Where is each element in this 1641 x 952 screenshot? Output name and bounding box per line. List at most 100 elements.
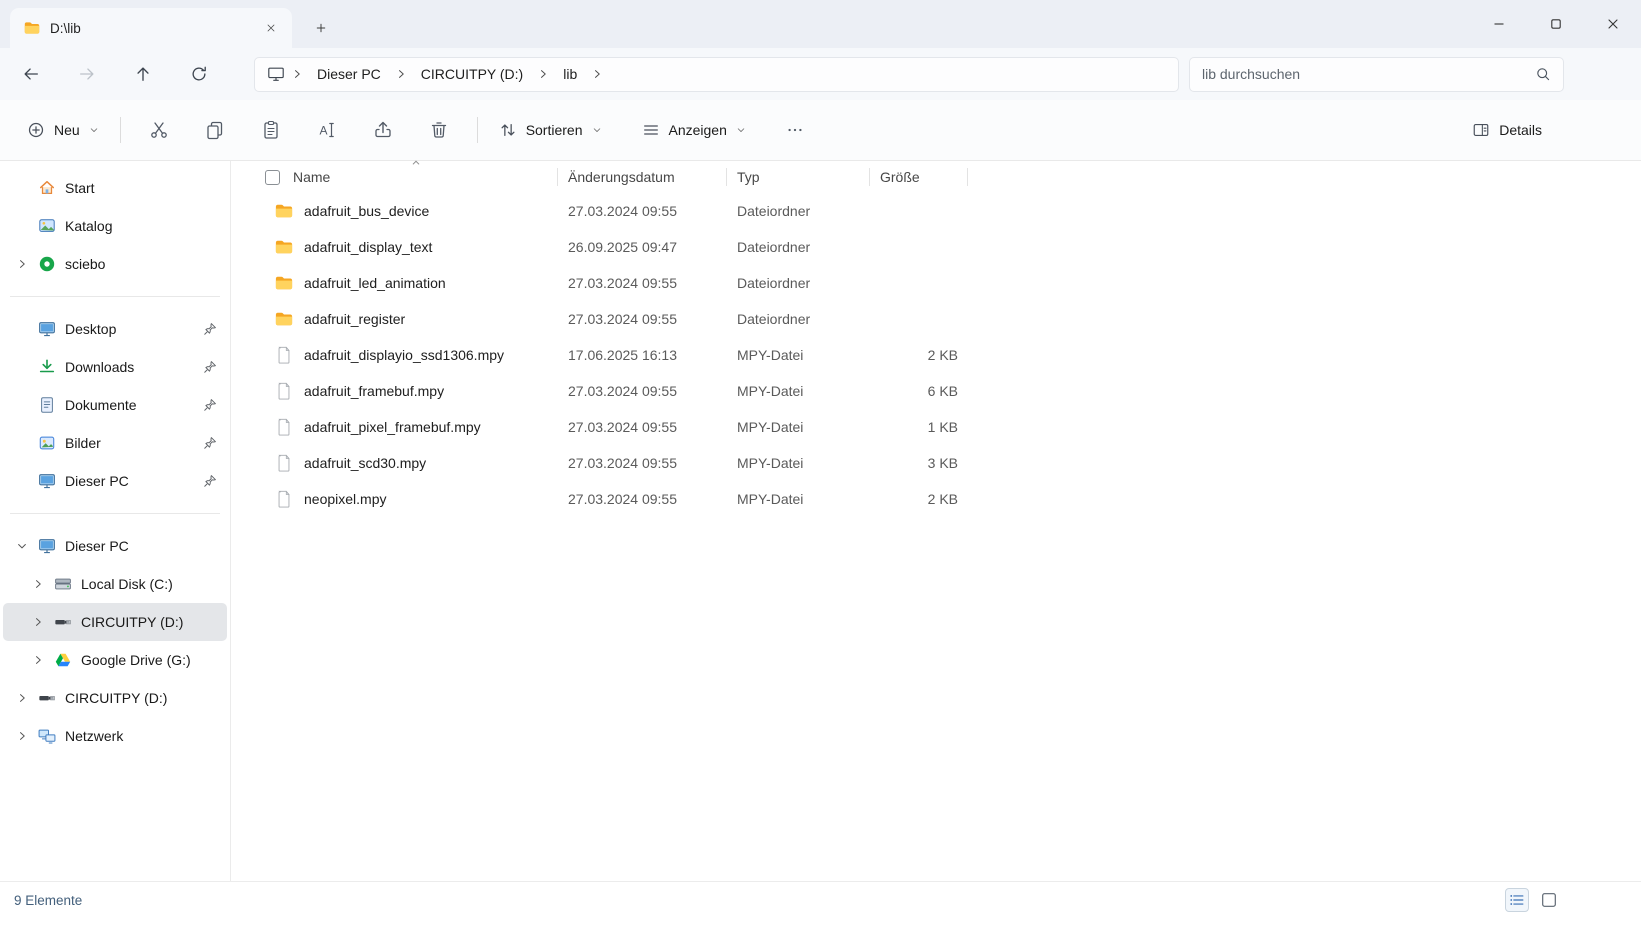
file-type: MPY-Datei	[727, 347, 870, 363]
sort-icon	[499, 121, 517, 139]
sidebar-item-downloads[interactable]: Downloads	[3, 348, 227, 386]
breadcrumb-dieser-pc[interactable]: Dieser PC	[309, 63, 389, 85]
explorer-tab[interactable]: D:\lib	[10, 8, 292, 48]
file-row[interactable]: adafruit_framebuf.mpy 27.03.2024 09:55 M…	[255, 373, 1641, 409]
column-header-date[interactable]: Änderungsdatum	[558, 161, 727, 193]
list-view-icon	[1508, 891, 1526, 909]
large-icons-view-button[interactable]	[1537, 888, 1561, 912]
refresh-button[interactable]	[182, 57, 216, 91]
search-input[interactable]	[1202, 66, 1527, 82]
pin-icon	[203, 322, 217, 336]
cut-button[interactable]	[139, 112, 179, 148]
sidebar-item-netzwerk[interactable]: Netzwerk	[3, 717, 227, 755]
file-date: 27.03.2024 09:55	[558, 203, 727, 219]
details-pane-icon	[1472, 121, 1490, 139]
file-row[interactable]: adafruit_display_text 26.09.2025 09:47 D…	[255, 229, 1641, 265]
chevron-spacer	[15, 322, 29, 336]
sidebar-item-label: Dieser PC	[65, 473, 129, 489]
details-button[interactable]: Details	[1461, 112, 1553, 148]
file-row[interactable]: neopixel.mpy 27.03.2024 09:55 MPY-Datei …	[255, 481, 1641, 517]
minimize-icon	[1491, 16, 1507, 32]
rename-button[interactable]	[307, 112, 347, 148]
file-row[interactable]: adafruit_displayio_ssd1306.mpy 17.06.202…	[255, 337, 1641, 373]
column-header-size[interactable]: Größe	[870, 161, 968, 193]
column-header-name[interactable]: Name	[283, 161, 558, 193]
sidebar-item-circuitpy-d-2[interactable]: CIRCUITPY (D:)	[3, 679, 227, 717]
sidebar-item-local-disk-c[interactable]: Local Disk (C:)	[3, 565, 227, 603]
forward-button[interactable]	[70, 57, 104, 91]
pin-icon	[203, 398, 217, 412]
sidebar-item-label: Google Drive (G:)	[81, 652, 191, 668]
cut-icon	[149, 120, 169, 140]
view-button-label: Anzeigen	[669, 122, 727, 138]
view-toggles	[1505, 888, 1561, 912]
tab-close-button[interactable]	[258, 15, 284, 41]
chevron-right-icon	[32, 578, 44, 590]
paste-icon	[261, 120, 281, 140]
details-button-label: Details	[1499, 122, 1542, 138]
chevron-right-icon	[32, 654, 44, 666]
up-arrow-icon	[134, 65, 152, 83]
pin-icon	[203, 474, 217, 488]
back-button[interactable]	[14, 57, 48, 91]
close-button[interactable]	[1584, 0, 1641, 48]
maximize-icon	[1548, 16, 1564, 32]
paste-button[interactable]	[251, 112, 291, 148]
sidebar-item-dokumente[interactable]: Dokumente	[3, 386, 227, 424]
file-name: adafruit_scd30.mpy	[304, 455, 426, 471]
sidebar-item-circuitpy-d[interactable]: CIRCUITPY (D:)	[3, 603, 227, 641]
search-icon[interactable]	[1535, 66, 1551, 82]
sidebar-item-label: Katalog	[65, 218, 112, 234]
sidebar-item-google-drive-g[interactable]: Google Drive (G:)	[3, 641, 227, 679]
file-size: 3 KB	[870, 455, 968, 471]
sidebar-item-dieser-pc[interactable]: Dieser PC	[3, 527, 227, 565]
file-icon	[275, 382, 293, 400]
sort-button[interactable]: Sortieren	[488, 112, 613, 148]
up-button[interactable]	[126, 57, 160, 91]
sidebar-item-dieser-pc-pinned[interactable]: Dieser PC	[3, 462, 227, 500]
copy-icon	[205, 120, 225, 140]
file-date: 26.09.2025 09:47	[558, 239, 727, 255]
sidebar-item-sciebo[interactable]: sciebo	[3, 245, 227, 283]
sidebar-item-label: CIRCUITPY (D:)	[65, 690, 167, 706]
sidebar-item-desktop[interactable]: Desktop	[3, 310, 227, 348]
share-icon	[373, 120, 393, 140]
minimize-button[interactable]	[1470, 0, 1527, 48]
column-header-type[interactable]: Typ	[727, 161, 870, 193]
file-row[interactable]: adafruit_bus_device 27.03.2024 09:55 Dat…	[255, 193, 1641, 229]
details-view-button[interactable]	[1505, 888, 1529, 912]
navigation-bar: Dieser PC CIRCUITPY (D:) lib	[0, 48, 1641, 100]
sidebar-item-bilder[interactable]: Bilder	[3, 424, 227, 462]
forward-arrow-icon	[78, 65, 96, 83]
address-bar[interactable]: Dieser PC CIRCUITPY (D:) lib	[254, 57, 1179, 92]
new-tab-button[interactable]	[306, 14, 336, 42]
select-all-checkbox[interactable]	[265, 170, 280, 185]
view-button[interactable]: Anzeigen	[631, 112, 757, 148]
new-button[interactable]: Neu	[16, 112, 110, 148]
pin-icon	[203, 360, 217, 374]
maximize-button[interactable]	[1527, 0, 1584, 48]
sidebar-item-label: Local Disk (C:)	[81, 576, 173, 592]
sidebar-item-katalog[interactable]: Katalog	[3, 207, 227, 245]
chevron-spacer	[15, 181, 29, 195]
sidebar-item-start[interactable]: Start	[3, 169, 227, 207]
sort-button-label: Sortieren	[526, 122, 583, 138]
title-bar: D:\lib	[0, 0, 1641, 48]
toolbar-separator	[477, 117, 478, 143]
breadcrumb-lib[interactable]: lib	[555, 63, 585, 85]
sidebar-separator	[10, 513, 220, 514]
delete-button[interactable]	[419, 112, 459, 148]
more-options-button[interactable]	[775, 112, 815, 148]
breadcrumb-circuitpy[interactable]: CIRCUITPY (D:)	[413, 63, 531, 85]
close-icon	[1605, 16, 1621, 32]
usb-drive-icon	[38, 689, 56, 707]
file-row[interactable]: adafruit_register 27.03.2024 09:55 Datei…	[255, 301, 1641, 337]
file-row[interactable]: adafruit_pixel_framebuf.mpy 27.03.2024 0…	[255, 409, 1641, 445]
copy-button[interactable]	[195, 112, 235, 148]
file-row[interactable]: adafruit_scd30.mpy 27.03.2024 09:55 MPY-…	[255, 445, 1641, 481]
file-row[interactable]: adafruit_led_animation 27.03.2024 09:55 …	[255, 265, 1641, 301]
chevron-spacer	[15, 436, 29, 450]
file-icon	[275, 346, 293, 364]
file-type: Dateiordner	[727, 239, 870, 255]
share-button[interactable]	[363, 112, 403, 148]
